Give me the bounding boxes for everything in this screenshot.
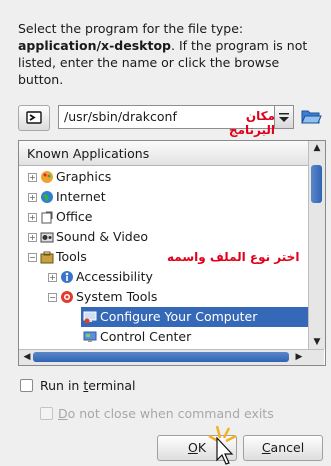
office-icon <box>41 211 53 224</box>
do-not-close-checkbox <box>40 407 53 420</box>
tree-item-office[interactable]: + Office <box>19 207 308 227</box>
tree-item-label: Configure Your Computer <box>100 309 258 324</box>
tree-item-configure-your-computer[interactable]: Configure Your Computer <box>81 307 308 327</box>
chevron-down-icon <box>279 113 289 122</box>
tree-item-label: Accessibility <box>76 269 153 284</box>
expand-plus-icon[interactable]: + <box>28 173 37 182</box>
description-text: Select the program for the file type: <box>18 21 244 36</box>
tree-item-label: Office <box>56 209 93 224</box>
open-folder-icon <box>301 110 322 124</box>
do-not-close-label: Do not close when command exits <box>58 406 274 421</box>
expand-plus-icon[interactable]: + <box>28 193 37 202</box>
tree-item-system-tools[interactable]: − System Tools <box>19 287 308 307</box>
tree-item-label: Graphics <box>56 169 112 184</box>
horizontal-scroll-thumb[interactable] <box>33 352 289 362</box>
expand-plus-icon[interactable]: + <box>28 213 37 222</box>
graphics-icon <box>41 171 53 183</box>
tree-item-label: Tools <box>56 249 87 264</box>
internet-globe-icon <box>41 191 53 203</box>
dialog-description: Select the program for the file type: ap… <box>18 20 324 88</box>
mime-type: application/x-desktop <box>18 38 171 53</box>
control-center-icon <box>83 331 97 342</box>
tools-icon <box>40 251 54 264</box>
scroll-right-arrow-icon[interactable]: ▶ <box>291 350 307 365</box>
command-row: /usr/sbin/drakconf مكان البرنامج <box>18 105 324 137</box>
configure-computer-icon <box>83 311 97 324</box>
scroll-down-arrow-icon[interactable]: ▼ <box>309 335 325 349</box>
scroll-up-arrow-icon[interactable]: ▲ <box>309 141 325 155</box>
collapse-minus-icon[interactable]: − <box>48 293 57 302</box>
tree-header-label: Known Applications <box>27 146 150 161</box>
tree-item-graphics[interactable]: + Graphics <box>19 167 308 187</box>
cancel-button[interactable]: Cancel <box>243 435 323 461</box>
run-in-terminal-checkbox[interactable] <box>20 379 33 392</box>
browse-button[interactable] <box>299 105 323 127</box>
run-command-button[interactable] <box>18 105 50 131</box>
tree-item-label: Internet <box>56 189 106 204</box>
terminal-run-icon <box>26 111 42 124</box>
tree-item-label: System Tools <box>76 289 158 304</box>
tree-item-label: Sound & Video <box>56 229 149 244</box>
mouse-cursor-icon <box>208 425 237 465</box>
tree-item-accessibility[interactable]: + Accessibility <box>19 267 308 287</box>
tree-item-internet[interactable]: + Internet <box>19 187 308 207</box>
expand-plus-icon[interactable]: + <box>48 273 57 282</box>
run-in-terminal-label[interactable]: Run in terminal <box>40 378 136 393</box>
system-tools-icon <box>61 291 73 303</box>
accessibility-icon <box>61 271 73 283</box>
command-value: /usr/sbin/drakconf <box>64 109 177 124</box>
command-input[interactable]: /usr/sbin/drakconf مكان البرنامج <box>58 105 276 137</box>
tree-column-header[interactable]: Known Applications <box>19 141 308 166</box>
tree-horizontal-scrollbar[interactable]: ◀ ▶ <box>19 349 324 365</box>
known-applications-tree[interactable]: Known Applications + Graphics + Internet… <box>18 140 326 366</box>
program-location-annotation: مكان البرنامج <box>228 109 275 137</box>
expand-plus-icon[interactable]: + <box>28 233 37 242</box>
tree-item-sound-video[interactable]: + Sound & Video <box>19 227 308 247</box>
tree-item-label: Control Center <box>100 329 192 344</box>
collapse-minus-icon[interactable]: − <box>28 253 37 262</box>
command-history-dropdown[interactable] <box>274 105 294 129</box>
sound-video-icon <box>40 232 54 243</box>
choose-file-type-annotation: اختر نوع الملف واسمه <box>167 250 300 264</box>
tree-item-tools[interactable]: − Tools اختر نوع الملف واسمه <box>19 247 308 267</box>
vertical-scroll-thumb[interactable] <box>311 165 322 203</box>
tree-item-control-center[interactable]: Control Center <box>81 327 308 347</box>
tree-vertical-scrollbar[interactable]: ▲ ▼ <box>308 141 325 349</box>
